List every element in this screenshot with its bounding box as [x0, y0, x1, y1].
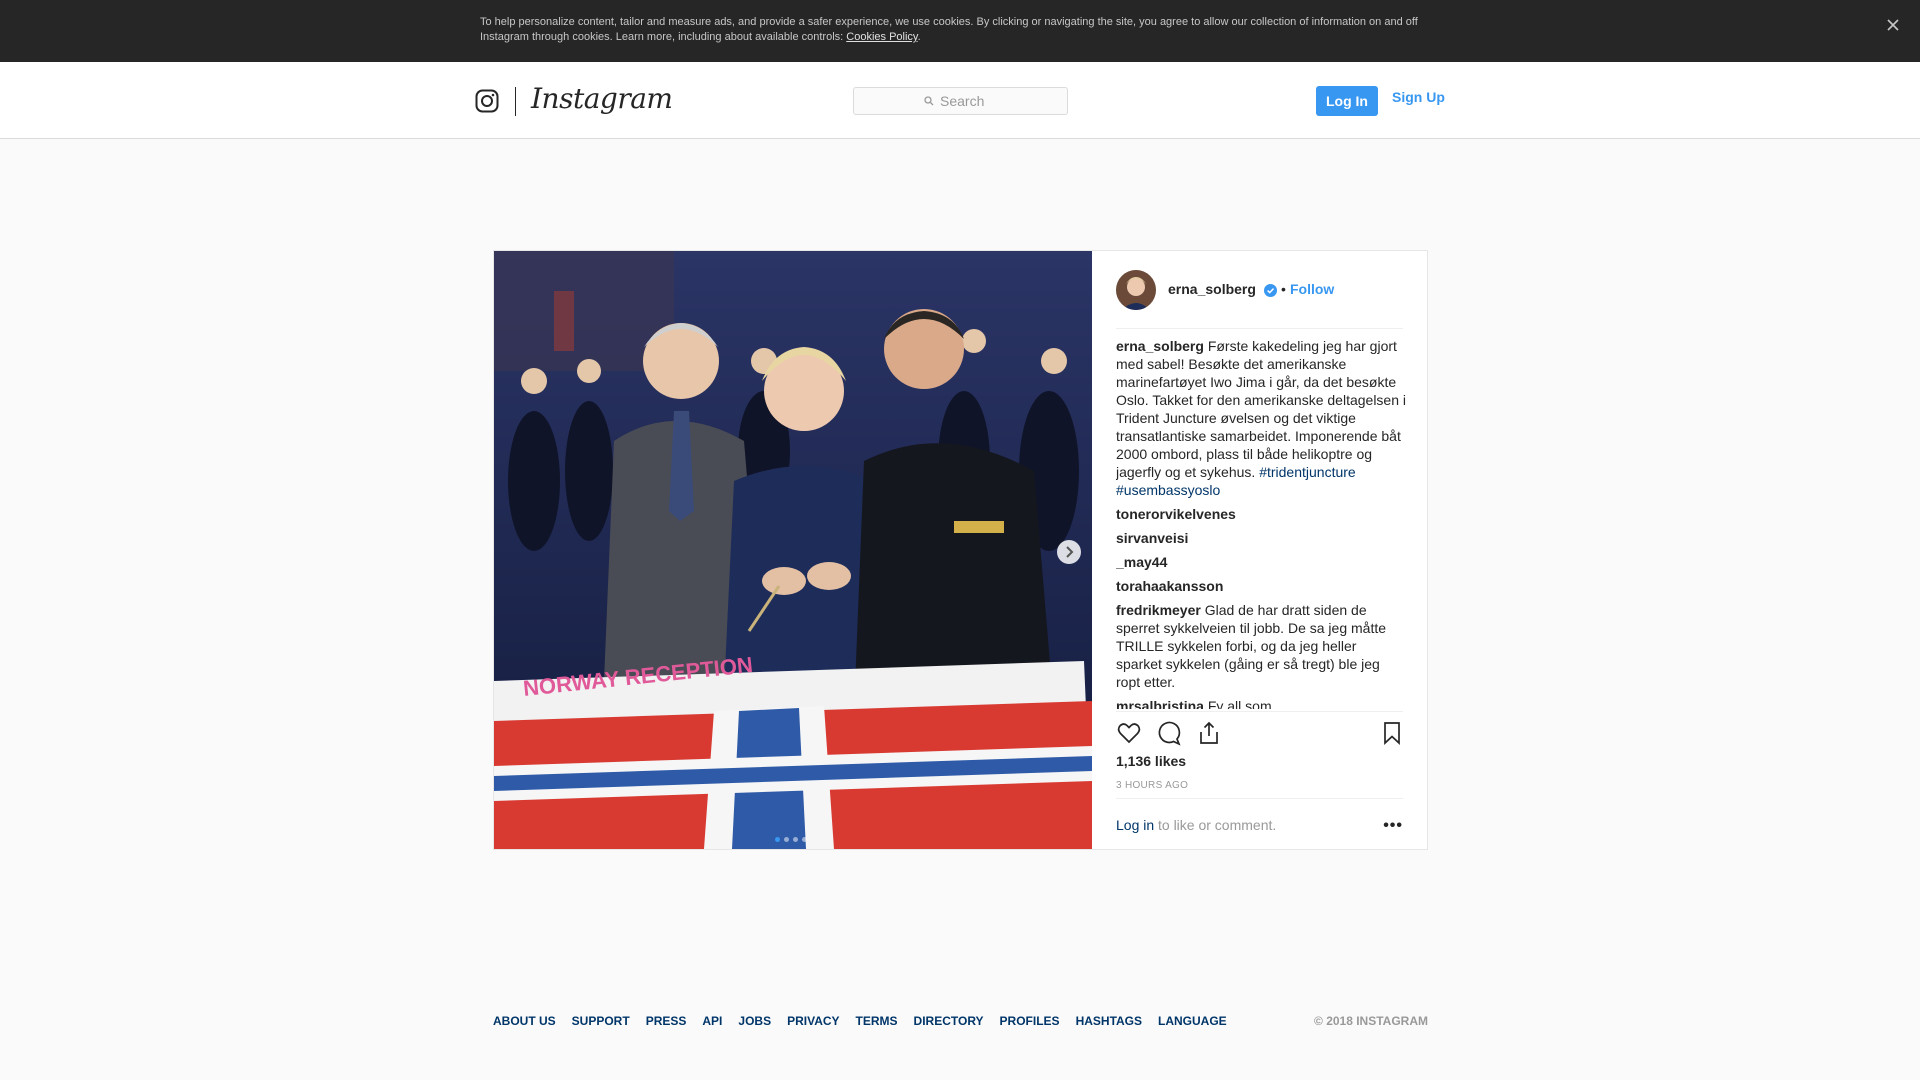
list-item: mrsalbristina Fy all som — [1116, 697, 1406, 709]
copyright: © 2018 INSTAGRAM — [1314, 1014, 1428, 1028]
comment-login-row: Log in to like or comment. ••• — [1116, 798, 1403, 850]
cookie-message: To help personalize content, tailor and … — [480, 15, 1440, 45]
caption-text: Første kakedeling jeg har gjort med sabe… — [1116, 338, 1406, 480]
avatar[interactable] — [1116, 270, 1156, 310]
footer-link-directory[interactable]: DIRECTORY — [914, 1014, 984, 1028]
search-input[interactable] — [940, 92, 1060, 110]
separator-bullet: • — [1281, 281, 1286, 297]
comment-username[interactable]: tonerorvikelvenes — [1116, 506, 1236, 522]
sign-up-link[interactable]: Sign Up — [1392, 89, 1445, 105]
more-options-icon[interactable]: ••• — [1383, 817, 1403, 835]
cookie-text: To help personalize content, tailor and … — [480, 16, 1418, 43]
comment-username[interactable]: fredrikmeyer — [1116, 602, 1201, 618]
verified-badge-icon — [1264, 284, 1277, 297]
post-username[interactable]: erna_solberg — [1168, 281, 1256, 297]
list-item: tonerorvikelvenes — [1116, 505, 1406, 523]
post-sidebar: erna_solberg • Follow erna_solberg Først… — [1092, 251, 1427, 849]
caption: erna_solberg Første kakedeling jeg har g… — [1116, 337, 1406, 499]
footer-link-api[interactable]: API — [702, 1014, 722, 1028]
cookie-banner: To help personalize content, tailor and … — [0, 0, 1920, 62]
instagram-wordmark[interactable]: Instagram — [531, 82, 673, 115]
comment-username[interactable]: sirvanveisi — [1116, 530, 1188, 546]
comment-username[interactable]: mrsalbristina — [1116, 698, 1204, 709]
heart-icon[interactable] — [1116, 720, 1142, 746]
footer-link-jobs[interactable]: JOBS — [738, 1014, 771, 1028]
instagram-glyph-icon[interactable] — [475, 89, 499, 113]
log-in-button[interactable]: Log In — [1316, 86, 1378, 116]
close-icon[interactable] — [1882, 14, 1904, 36]
search-icon — [924, 96, 934, 106]
list-item: sirvanveisi — [1116, 529, 1406, 547]
caption-username[interactable]: erna_solberg — [1116, 338, 1204, 354]
post-timestamp[interactable]: 3 HOURS AGO — [1116, 780, 1188, 791]
comments-list[interactable]: erna_solberg Første kakedeling jeg har g… — [1116, 337, 1406, 709]
cookie-text-end: . — [917, 31, 921, 43]
footer-link-terms[interactable]: TERMS — [856, 1014, 898, 1028]
carousel-dot — [784, 837, 789, 842]
chevron-right-icon[interactable] — [1057, 540, 1081, 564]
footer-link-support[interactable]: SUPPORT — [572, 1014, 630, 1028]
post-header: erna_solberg • Follow — [1116, 251, 1403, 329]
footer-link-about[interactable]: ABOUT US — [493, 1014, 556, 1028]
list-item: _may44 — [1116, 553, 1406, 571]
hashtag-link[interactable]: #tridentjuncture — [1259, 464, 1356, 480]
post-card: NORWAY RECEPTION erna_solberg • Follow e… — [493, 250, 1428, 850]
cookies-policy-link[interactable]: Cookies Policy — [846, 31, 917, 43]
footer-link-language[interactable]: LANGUAGE — [1158, 1014, 1227, 1028]
carousel-dot — [802, 837, 807, 842]
footer-link-hashtags[interactable]: HASHTAGS — [1076, 1014, 1142, 1028]
comment-text: Fy all som — [1203, 698, 1272, 709]
footer: ABOUT US SUPPORT PRESS API JOBS PRIVACY TERMS D… — [493, 1014, 1428, 1034]
logo-divider — [515, 87, 516, 116]
carousel-indicator — [775, 829, 811, 842]
carousel-dot — [793, 837, 798, 842]
footer-link-profiles[interactable]: PROFILES — [1000, 1014, 1060, 1028]
bookmark-icon[interactable] — [1379, 720, 1405, 746]
top-nav: Instagram Log In Sign Up — [0, 62, 1920, 139]
list-item: fredrikmeyer Glad de har dratt siden de … — [1116, 601, 1406, 691]
post-actions: 1,136 likes 3 HOURS AGO Log in to like o… — [1116, 711, 1403, 861]
comment-username[interactable]: _may44 — [1116, 554, 1167, 570]
log-in-link[interactable]: Log in — [1116, 817, 1154, 833]
footer-link-press[interactable]: PRESS — [646, 1014, 687, 1028]
hashtag-link[interactable]: #usembassyoslo — [1116, 482, 1220, 498]
login-prompt-text: to like or comment. — [1158, 817, 1277, 833]
search-box[interactable] — [853, 87, 1068, 115]
share-icon[interactable] — [1196, 720, 1222, 746]
follow-button[interactable]: Follow — [1290, 281, 1334, 297]
like-count[interactable]: 1,136 likes — [1116, 753, 1186, 769]
footer-link-privacy[interactable]: PRIVACY — [787, 1014, 839, 1028]
comment-icon[interactable] — [1156, 720, 1182, 746]
post-photo[interactable]: NORWAY RECEPTION — [494, 251, 1092, 849]
carousel-dot — [775, 837, 780, 842]
list-item: torahaakansson — [1116, 577, 1406, 595]
comment-username[interactable]: torahaakansson — [1116, 578, 1223, 594]
